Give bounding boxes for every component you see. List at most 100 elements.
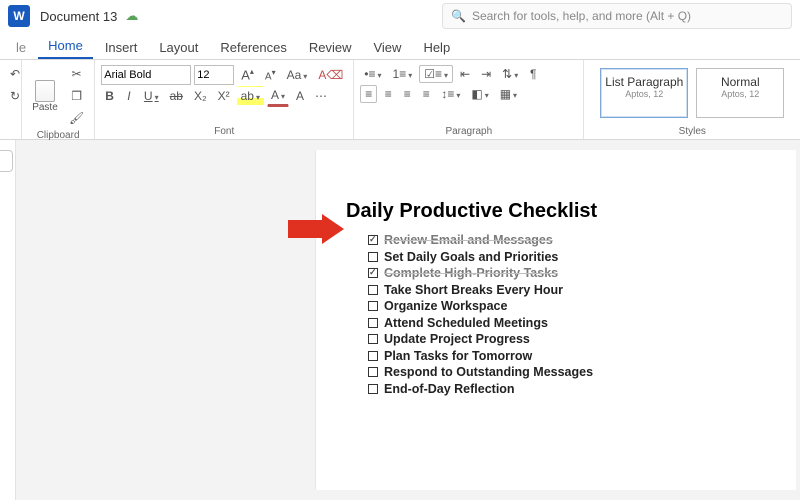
superscript-button[interactable]: X² [214, 86, 234, 106]
borders-button[interactable]: ▦ [496, 84, 521, 104]
checklist-item-text: Organize Workspace [384, 299, 507, 313]
checklist-item-text: Take Short Breaks Every Hour [384, 283, 563, 297]
format-painter-button[interactable]: 🖌 [65, 108, 88, 128]
checkbox-icon[interactable] [368, 367, 378, 377]
checkbox-icon[interactable] [368, 334, 378, 344]
tab-home[interactable]: Home [38, 34, 93, 59]
document-heading[interactable]: Daily Productive Checklist [346, 200, 766, 223]
tab-references[interactable]: References [210, 36, 296, 59]
cut-button[interactable]: ✂ [65, 64, 88, 84]
checklist-item[interactable]: End-of-Day Reflection [368, 382, 766, 396]
checkbox-icon[interactable] [368, 318, 378, 328]
font-size-combo[interactable] [194, 65, 234, 85]
tab-insert[interactable]: Insert [95, 36, 148, 59]
checkbox-icon[interactable] [368, 285, 378, 295]
checklist-item[interactable]: Plan Tasks for Tomorrow [368, 349, 766, 363]
style-list-paragraph[interactable]: List Paragraph Aptos, 12 [600, 68, 688, 118]
checklist-item-text: Set Daily Goals and Priorities [384, 250, 558, 264]
copy-button[interactable]: ❐ [65, 86, 88, 106]
underline-button[interactable]: U [140, 86, 163, 106]
checklist-item[interactable]: Set Daily Goals and Priorities [368, 250, 766, 264]
strike-button[interactable]: ab [166, 86, 187, 106]
checklist-item[interactable]: Respond to Outstanding Messages [368, 365, 766, 379]
grow-font-button[interactable]: A▴ [237, 64, 258, 85]
tab-view[interactable]: View [363, 36, 411, 59]
group-paragraph-label: Paragraph [360, 124, 577, 137]
checkbox-icon[interactable] [368, 384, 378, 394]
align-right-button[interactable]: ≡ [399, 84, 415, 104]
shading-button[interactable]: ◧ [467, 84, 492, 104]
checkbox-icon[interactable] [368, 252, 378, 262]
font-more-button[interactable]: ⋯ [311, 86, 331, 106]
checkbox-icon[interactable] [368, 301, 378, 311]
search-placeholder: Search for tools, help, and more (Alt + … [472, 9, 691, 23]
subscript-button[interactable]: X₂ [190, 86, 211, 106]
style-sub: Aptos, 12 [603, 89, 685, 99]
checklist-item-text: Respond to Outstanding Messages [384, 365, 593, 379]
checkbox-icon[interactable] [368, 351, 378, 361]
align-center-button[interactable]: ≡ [380, 84, 396, 104]
cloud-saved-icon[interactable]: ☁ [125, 8, 138, 24]
decrease-indent-button[interactable]: ⇤ [456, 64, 474, 84]
bold-button[interactable]: B [101, 86, 118, 106]
checkbox-icon[interactable] [368, 235, 378, 245]
text-effects-button[interactable]: A [292, 86, 308, 106]
tab-review[interactable]: Review [299, 36, 362, 59]
clear-format-button[interactable]: A⌫ [314, 65, 347, 85]
highlight-button[interactable]: ab [237, 86, 264, 106]
show-marks-button[interactable]: ¶ [525, 64, 541, 84]
search-icon: 🔍 [451, 9, 466, 23]
group-paragraph: •≡ 1≡ ☑≡ ⇤ ⇥ ⇅ ¶ ≡ ≡ ≡ ≡ ↕≡ ◧ ▦ Paragrap… [354, 60, 584, 139]
checklist-item-text: End-of-Day Reflection [384, 382, 515, 396]
search-box[interactable]: 🔍 Search for tools, help, and more (Alt … [442, 3, 792, 29]
style-sub: Aptos, 12 [699, 89, 781, 99]
tab-help[interactable]: Help [413, 36, 460, 59]
align-left-button[interactable]: ≡ [360, 85, 377, 103]
paste-button[interactable]: Paste [28, 75, 62, 117]
shrink-font-button[interactable]: A▾ [261, 65, 280, 85]
checklist-item[interactable]: Attend Scheduled Meetings [368, 316, 766, 330]
style-name: Normal [699, 75, 781, 89]
numbering-button[interactable]: 1≡ [389, 64, 417, 84]
checklist[interactable]: Review Email and Messages Set Daily Goals… [346, 233, 766, 396]
ribbon: ↶ ↻ Paste ✂ ❐ 🖌 Clipboard A▴ A▾ Aa A⌫ [0, 60, 800, 140]
group-font: A▴ A▾ Aa A⌫ B I U ab X₂ X² ab A A ⋯ Font [95, 60, 354, 139]
page[interactable]: Daily Productive Checklist Review Email … [316, 150, 796, 490]
bullets-button[interactable]: •≡ [360, 64, 385, 84]
line-spacing-button[interactable]: ↕≡ [437, 84, 464, 104]
document-title[interactable]: Document 13 [40, 9, 117, 24]
navigation-toggle[interactable] [0, 150, 13, 172]
checklist-item[interactable]: Organize Workspace [368, 299, 766, 313]
tab-layout[interactable]: Layout [149, 36, 208, 59]
paste-icon [35, 80, 55, 102]
font-color-button[interactable]: A [267, 85, 289, 107]
word-app-icon: W [8, 5, 30, 27]
italic-button[interactable]: I [121, 86, 137, 106]
font-name-combo[interactable] [101, 65, 191, 85]
style-name: List Paragraph [603, 75, 685, 89]
titlebar: W Document 13 ☁ 🔍 Search for tools, help… [0, 0, 800, 32]
group-clipboard-label: Clipboard [28, 128, 88, 141]
checklist-item[interactable]: Update Project Progress [368, 332, 766, 346]
group-undo-label [6, 135, 15, 137]
sort-button[interactable]: ⇅ [498, 64, 522, 84]
change-case-button[interactable]: Aa [283, 65, 312, 85]
checklist-item[interactable]: Take Short Breaks Every Hour [368, 283, 766, 297]
paste-label: Paste [32, 102, 58, 113]
redo-button[interactable]: ↻ [6, 86, 22, 106]
checklist-item[interactable]: Complete High-Priority Tasks [368, 266, 766, 280]
increase-indent-button[interactable]: ⇥ [477, 64, 495, 84]
style-normal[interactable]: Normal Aptos, 12 [696, 68, 784, 118]
tab-file-fragment[interactable]: le [6, 36, 36, 59]
undo-button[interactable]: ↶ [6, 64, 22, 84]
checklist-item-text: Plan Tasks for Tomorrow [384, 349, 532, 363]
left-gutter [0, 140, 16, 500]
checklist-item-text: Complete High-Priority Tasks [384, 266, 558, 280]
checklist-item-text: Attend Scheduled Meetings [384, 316, 548, 330]
checklist-item[interactable]: Review Email and Messages [368, 233, 766, 247]
group-styles-label: Styles [590, 124, 794, 137]
red-arrow-annotation [288, 214, 344, 244]
multilevel-list-button[interactable]: ☑≡ [419, 65, 453, 83]
justify-button[interactable]: ≡ [418, 84, 434, 104]
checkbox-icon[interactable] [368, 268, 378, 278]
